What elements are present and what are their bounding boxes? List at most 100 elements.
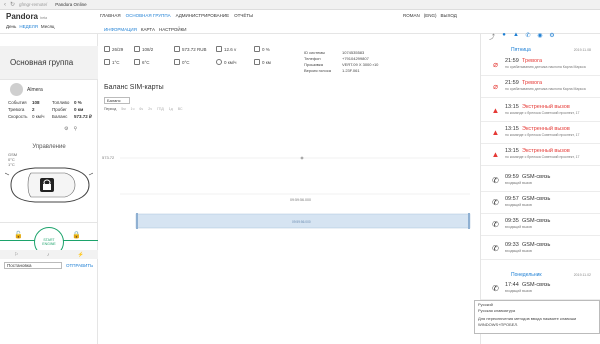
- period-button[interactable]: 2ч: [148, 107, 152, 111]
- event-name: Экстренный вызов: [522, 148, 570, 154]
- period-modes: День НЕДЕЛЯ Месяц: [6, 24, 54, 29]
- event-item[interactable]: ▲ 13:15 Экстренный вызов по команде с брело…: [481, 144, 600, 166]
- menu-main-group[interactable]: ОСНОВНАЯ ГРУППА: [126, 13, 171, 18]
- period-button[interactable]: ГПД: [157, 107, 164, 111]
- menu-admin[interactable]: АДМИНИСТРИРОВАНИЕ: [176, 13, 230, 18]
- sub-menu: ИНФОРМАЦИЯ КАРТА НАСТРОЙКИ: [104, 27, 186, 32]
- user-name[interactable]: ROMAN: [403, 13, 420, 18]
- period-button[interactable]: 5м: [121, 107, 125, 111]
- sim-balance-chart: 573.72 09:59:56.000 09:59:56.000: [102, 155, 471, 229]
- range-handle-right[interactable]: [468, 213, 470, 229]
- speed-metric: 0 км/ч: [216, 59, 236, 65]
- action-bar: ⚐ ♪ ⚡: [0, 250, 98, 259]
- event-feed: Пятница 2019.11.08 ⌀ 21:59 Тревога по сраба…: [480, 34, 600, 344]
- data-point: [300, 156, 304, 160]
- menu-home[interactable]: ГЛАВНАЯ: [100, 13, 121, 18]
- emergency-icon: ▲: [491, 106, 500, 115]
- logout-link[interactable]: ВЫХОД: [441, 13, 457, 18]
- event-name: Тревога: [522, 58, 543, 64]
- tab-title[interactable]: Pandora Online: [55, 2, 86, 7]
- outside-temp-icon: [174, 59, 180, 65]
- id-row: Версия голоса 1.23F.061: [304, 68, 360, 73]
- event-name: Экстренный вызов: [522, 126, 570, 132]
- event-time: 17:44: [505, 282, 519, 288]
- balance-icon: [174, 46, 180, 52]
- app-header: Pandora beta День НЕДЕЛЯ Месяц ГЛАВНАЯ О…: [0, 10, 600, 41]
- event-time: 21:59: [505, 58, 519, 64]
- main-content: 26/29 108/2 573.72 RUB 12.6 v 0 % 1°C 6°…: [98, 34, 480, 344]
- event-name: GSM-связь: [522, 242, 551, 248]
- heater-icon[interactable]: ⚡: [78, 252, 84, 258]
- unlock-icon[interactable]: 🔓: [14, 231, 23, 239]
- engine-temp-metric: 1°C: [104, 59, 120, 65]
- event-item[interactable]: ✆ 17:44 GSM-связь входящий вызов: [481, 278, 600, 300]
- period-button[interactable]: 6ч: [139, 107, 143, 111]
- phone-icon: ✆: [492, 220, 499, 229]
- signal-icon[interactable]: ♪: [47, 252, 50, 258]
- event-description: по срабатыванию датчика наклона Карла Ма…: [505, 87, 586, 91]
- input-method-tooltip: Русский Русская клавиатура Для переключе…: [474, 300, 600, 334]
- period-button[interactable]: 1ч: [131, 107, 135, 111]
- command-select[interactable]: Постановка: [4, 262, 62, 269]
- engine-temp-icon: [104, 59, 110, 65]
- phone-icon: ✆: [492, 284, 499, 293]
- stat-row: Скорость 0 км/ч Баланс 573.72 ₽: [8, 114, 92, 119]
- mode-month[interactable]: Месяц: [41, 24, 55, 29]
- event-name: GSM-связь: [522, 196, 551, 202]
- lang-toggle[interactable]: (ENG): [424, 13, 437, 18]
- fuel-icon: [254, 46, 260, 52]
- event-description: входящий вызов: [505, 181, 532, 185]
- period-button[interactable]: ВС: [178, 107, 183, 111]
- event-time: 09:57: [505, 196, 519, 202]
- browser-chrome: ‹ ↻ gfmgr-remote/ Pandora Online: [0, 0, 600, 10]
- send-button[interactable]: ОТПРАВИТЬ: [66, 263, 93, 268]
- gear-icon[interactable]: ⚙: [64, 126, 68, 132]
- address-bar[interactable]: gfmgr-remote/: [19, 2, 47, 7]
- control-title: Управление: [32, 144, 66, 150]
- trunk-icon[interactable]: ⚐: [14, 252, 18, 258]
- back-icon[interactable]: ‹: [4, 2, 6, 8]
- reload-icon[interactable]: ↻: [10, 1, 15, 8]
- chart-type-select[interactable]: Баланс: [104, 97, 130, 104]
- phone-icon: ✆: [492, 176, 499, 185]
- event-item[interactable]: ▲ 13:15 Экстренный вызов по команде с брело…: [481, 122, 600, 144]
- tab-settings[interactable]: НАСТРОЙКИ: [159, 27, 187, 32]
- menu-reports[interactable]: ОТЧЁТЫ: [234, 13, 253, 18]
- mileage-metric: 0 км: [254, 59, 271, 65]
- event-description: по срабатыванию датчика наклона Карла Ма…: [505, 65, 586, 69]
- day-header: Понедельник 2019.11.02: [511, 271, 591, 278]
- event-name: Экстренный вызов: [522, 104, 570, 110]
- mode-day[interactable]: День: [6, 24, 16, 29]
- brand-logo[interactable]: Pandora beta: [6, 12, 47, 21]
- x-tick-label: 09:59:56.000: [290, 198, 311, 202]
- tab-info[interactable]: ИНФОРМАЦИЯ: [104, 27, 137, 32]
- range-handle-left[interactable]: [136, 213, 138, 229]
- event-item[interactable]: ▲ 13:15 Экстренный вызов по команде с брело…: [481, 100, 600, 122]
- lock-icon[interactable]: 🔒: [72, 231, 81, 239]
- fuel-metric: 0 %: [254, 46, 270, 52]
- event-description: входящий вызов: [505, 249, 532, 253]
- stat-row: События 108 Топливо 0 %: [8, 100, 82, 105]
- period-label: Период: [104, 107, 117, 111]
- group-title[interactable]: Основная группа: [0, 46, 98, 80]
- event-item[interactable]: ✆ 09:33 GSM-связь входящий вызов: [481, 238, 600, 260]
- event-item[interactable]: ✆ 09:35 GSM-связь входящий вызов: [481, 214, 600, 236]
- main-menu: ГЛАВНАЯ ОСНОВНАЯ ГРУППА АДМИНИСТРИРОВАНИ…: [100, 13, 253, 18]
- sim-icon: [134, 46, 140, 52]
- event-item[interactable]: ✆ 09:59 GSM-связь входящий вызов: [481, 170, 600, 192]
- emergency-icon: ▲: [491, 128, 500, 137]
- event-item[interactable]: ✆ 09:57 GSM-связь входящий вызов: [481, 192, 600, 214]
- event-time: 13:15: [505, 126, 519, 132]
- event-item[interactable]: ⌀ 21:59 Тревога по срабатыванию датчика нак…: [481, 76, 600, 98]
- mode-week[interactable]: НЕДЕЛЯ: [19, 24, 38, 29]
- event-description: по команде с брелока Советский проспект,…: [505, 111, 580, 115]
- sim-metric: 108/2: [134, 46, 153, 52]
- event-item[interactable]: ⌀ 21:59 Тревога по срабатыванию датчика нак…: [481, 54, 600, 76]
- event-name: GSM-связь: [522, 282, 551, 288]
- device-row[interactable]: Almera: [10, 83, 43, 96]
- period-buttons: Период 5м 1ч 6ч 2ч ГПД 1д ВС: [104, 107, 183, 111]
- tab-map[interactable]: КАРТА: [141, 27, 155, 32]
- period-button[interactable]: 1д: [169, 107, 173, 111]
- location-icon[interactable]: ⚲: [73, 126, 77, 132]
- car-image[interactable]: [5, 163, 93, 207]
